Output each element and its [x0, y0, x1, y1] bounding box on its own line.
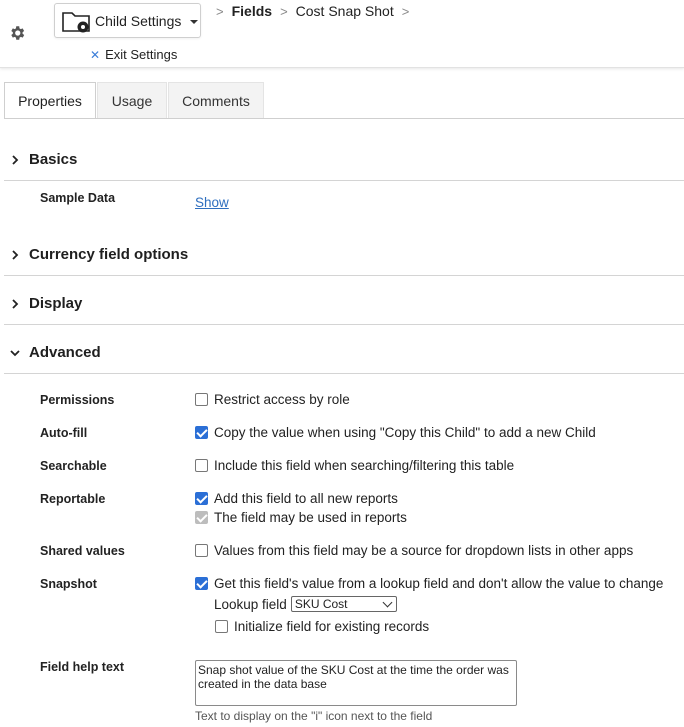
lookup-field-value: SKU Cost — [294, 597, 348, 611]
field-help-hint: Text to display on the "i" icon next to … — [195, 709, 433, 723]
exit-settings-link[interactable]: ✕ Exit Settings — [90, 47, 177, 62]
snapshot-checkbox[interactable] — [195, 577, 208, 590]
reportable-label: Reportable — [40, 492, 106, 506]
child-settings-label: Child Settings — [95, 12, 182, 29]
include-search-text: Include this field when searching/filter… — [214, 458, 515, 473]
section-display[interactable]: Display — [10, 295, 82, 312]
section-display-title: Display — [29, 295, 83, 312]
initialize-records-text: Initialize field for existing records — [234, 619, 430, 634]
section-divider — [4, 180, 684, 181]
shared-values-label: Shared values — [40, 544, 125, 558]
tab-divider — [4, 118, 684, 119]
lookup-field-label: Lookup field — [214, 596, 287, 612]
field-help-label: Field help text — [40, 660, 125, 674]
section-basics-title: Basics — [29, 151, 78, 168]
chevron-right-icon — [12, 154, 19, 165]
snapshot-text: Get this field's value from a lookup fie… — [214, 576, 664, 591]
shared-values-text: Values from this field may be a source f… — [214, 543, 634, 558]
chevron-down-icon — [382, 597, 393, 607]
breadcrumb-field-name[interactable]: Cost Snap Shot — [296, 3, 394, 19]
property-tabs: Properties Usage Comments — [4, 82, 265, 119]
breadcrumb-fields[interactable]: Fields — [232, 3, 272, 19]
gear-icon[interactable] — [8, 24, 26, 42]
sample-data-label: Sample Data — [40, 191, 116, 205]
section-divider — [4, 324, 684, 325]
section-currency-title: Currency field options — [29, 246, 189, 263]
exit-settings-label: Exit Settings — [105, 47, 178, 62]
folder-settings-icon — [62, 11, 90, 32]
chevron-down-icon — [190, 19, 199, 24]
tab-usage[interactable]: Usage — [97, 82, 167, 118]
chevron-right-icon — [12, 298, 19, 309]
section-advanced[interactable]: Advanced — [10, 344, 101, 361]
shared-values-checkbox[interactable] — [195, 544, 208, 557]
section-divider — [4, 373, 684, 374]
copy-value-text: Copy the value when using "Copy this Chi… — [214, 425, 596, 440]
add-to-reports-text: Add this field to all new reports — [214, 491, 398, 506]
section-divider — [4, 275, 684, 276]
initialize-records-checkbox[interactable] — [215, 620, 228, 633]
chevron-down-icon — [10, 349, 20, 356]
breadcrumb-separator: > — [280, 3, 288, 19]
chevron-right-icon — [12, 249, 19, 260]
close-icon: ✕ — [90, 47, 101, 62]
searchable-label: Searchable — [40, 459, 107, 473]
autofill-label: Auto-fill — [40, 426, 88, 440]
restrict-access-text: Restrict access by role — [214, 392, 350, 407]
permissions-label: Permissions — [40, 393, 115, 407]
section-advanced-title: Advanced — [29, 344, 101, 361]
breadcrumb-separator: > — [216, 3, 224, 19]
section-currency-options[interactable]: Currency field options — [10, 246, 188, 263]
show-sample-link[interactable]: Show — [195, 195, 229, 210]
include-search-checkbox[interactable] — [195, 459, 208, 472]
breadcrumb-separator: > — [401, 3, 410, 19]
section-basics[interactable]: Basics — [10, 151, 77, 168]
copy-value-checkbox[interactable] — [195, 426, 208, 439]
restrict-access-checkbox[interactable] — [195, 393, 208, 406]
child-settings-dropdown[interactable]: Child Settings — [54, 3, 201, 38]
breadcrumb: > Fields > Cost Snap Shot > — [208, 3, 417, 19]
settings-header: Child Settings ✕ Exit Settings > Fields … — [0, 0, 684, 68]
used-in-reports-checkbox — [195, 511, 208, 524]
tab-comments[interactable]: Comments — [168, 82, 264, 118]
snapshot-label: Snapshot — [40, 577, 97, 591]
field-help-textarea[interactable]: Snap shot value of the SKU Cost at the t… — [195, 660, 517, 706]
tab-properties[interactable]: Properties — [4, 82, 96, 119]
lookup-field-select[interactable]: SKU Cost — [290, 596, 397, 612]
add-to-reports-checkbox[interactable] — [195, 492, 208, 505]
used-in-reports-text: The field may be used in reports — [214, 510, 407, 525]
